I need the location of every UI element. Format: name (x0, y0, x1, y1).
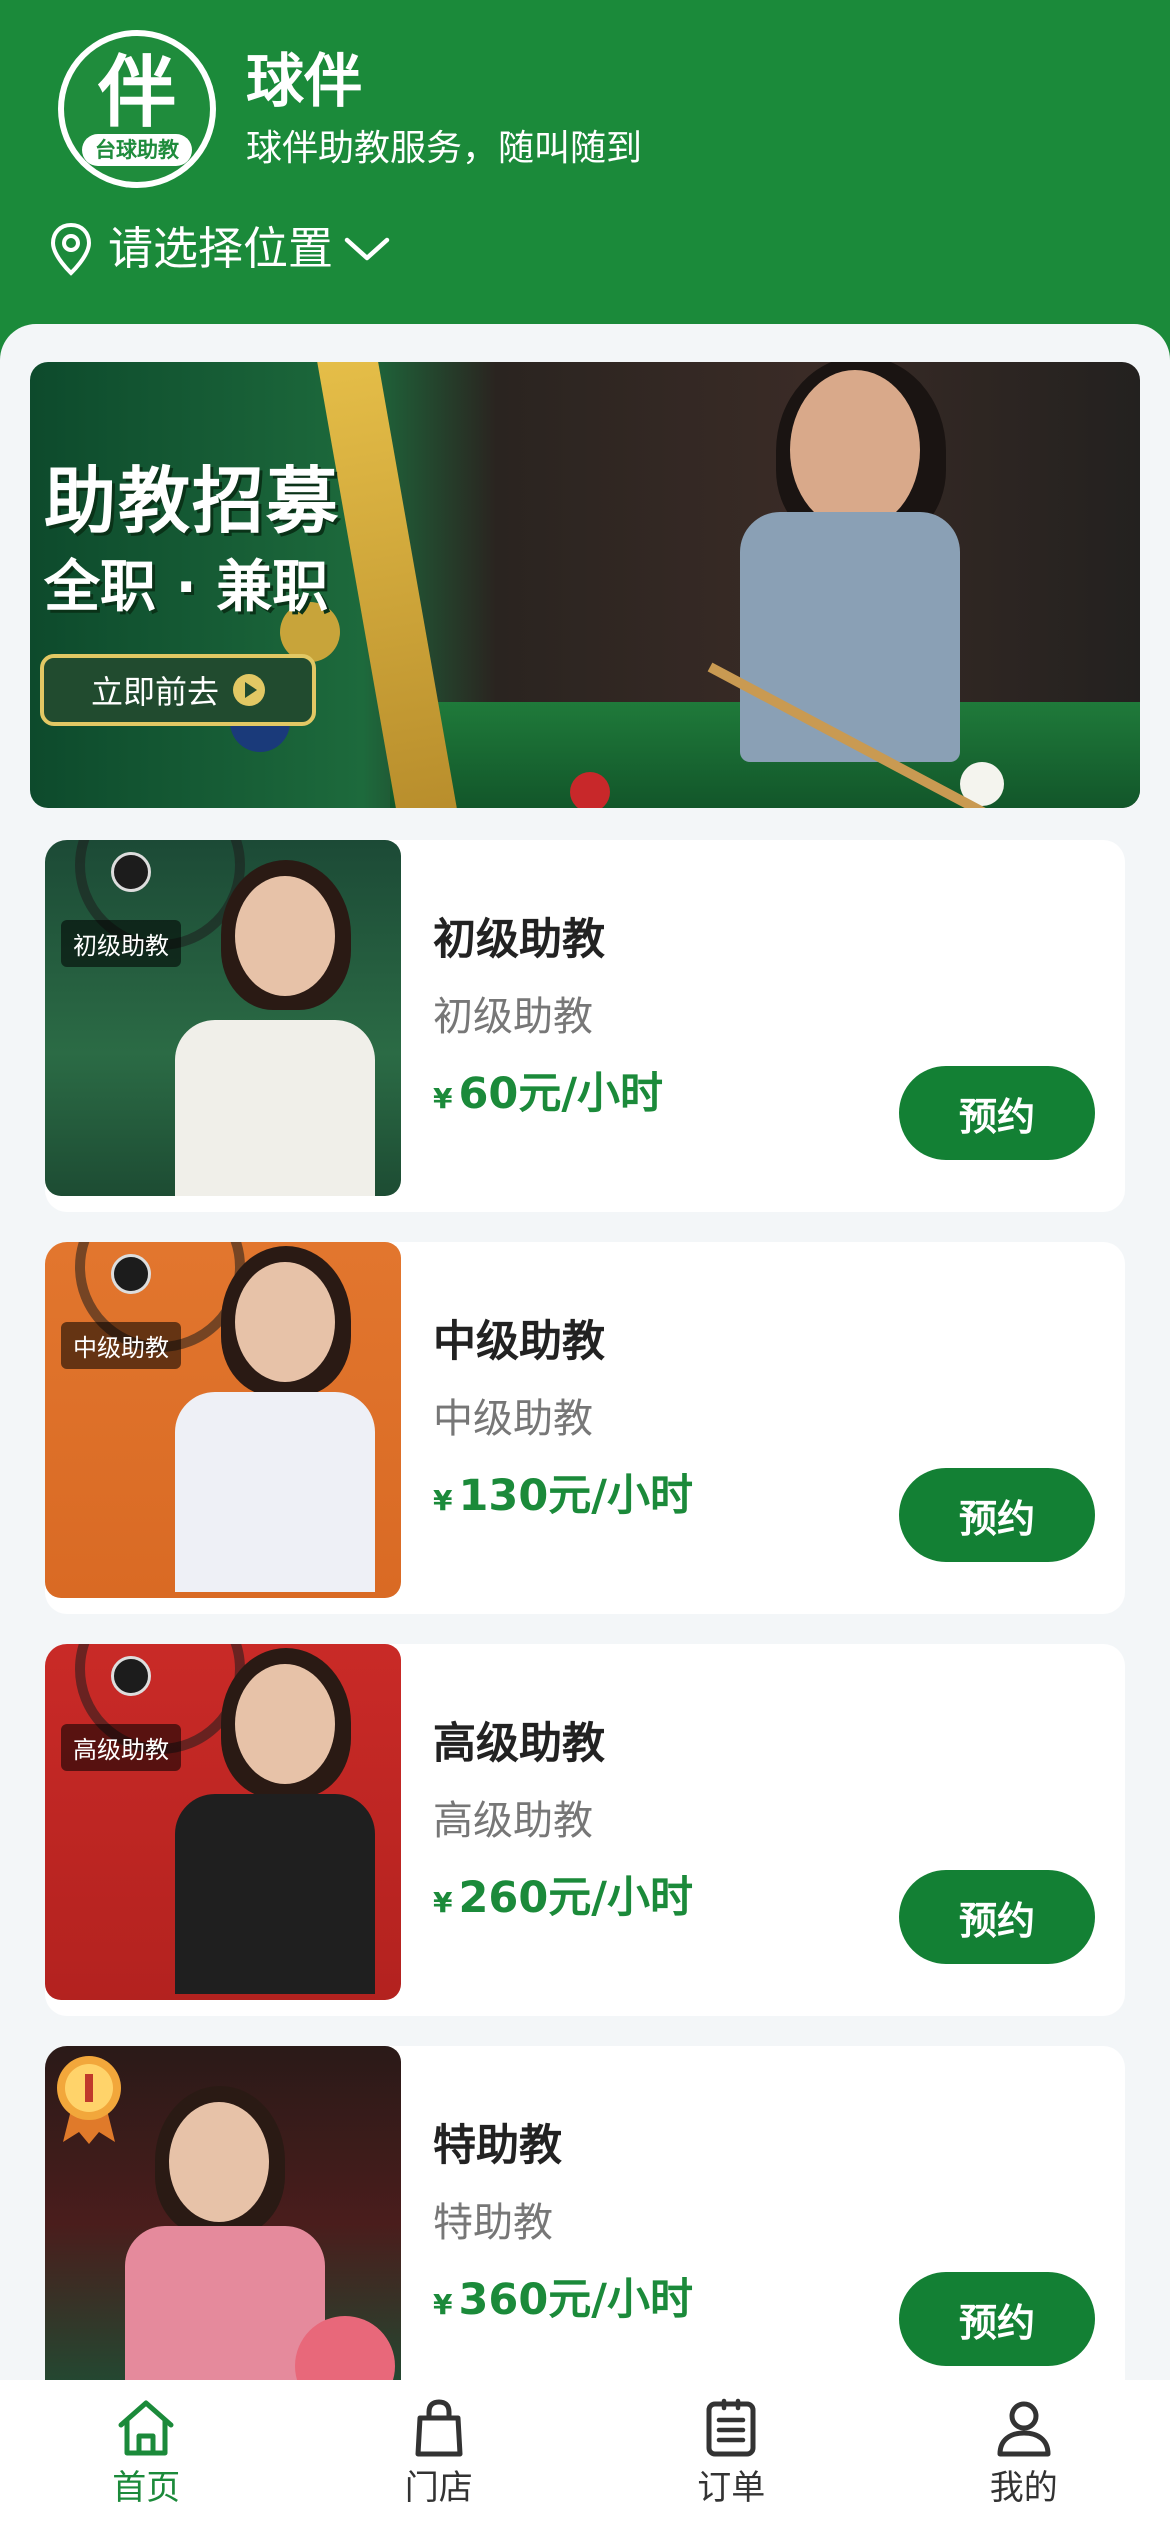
logo-character: 伴 (97, 47, 176, 138)
coach-card[interactable]: 中级助教 中级助教 中级助教 ¥ 130元/小时 预约 (45, 1242, 1125, 1614)
banner-title: 助教招募 (44, 459, 341, 543)
recruit-banner[interactable]: 助教招募 全职 · 兼职 立即前去 (30, 362, 1140, 808)
coach-title: 高级助教 (433, 1719, 605, 1769)
logo-subtext: 台球助教 (82, 134, 192, 166)
currency-symbol: ¥ (433, 1886, 453, 1919)
currency-symbol: ¥ (433, 1484, 453, 1517)
main-content: 助教招募 全职 · 兼职 立即前去 初级助教 初级助教 初级助教 ¥ 60元/小… (0, 324, 1170, 2532)
coach-subtitle: 高级助教 (433, 1798, 593, 1844)
banner-subtitle: 全职 · 兼职 (44, 555, 329, 620)
tab-label: 首页 (112, 2468, 181, 2508)
app-logo: 伴 台球助教 (58, 30, 216, 188)
location-selector[interactable]: 请选择位置 (48, 214, 391, 284)
currency-symbol: ¥ (433, 2288, 453, 2321)
app-header: 伴 台球助教 球伴 球伴助教服务，随叫随到 请选择位置 (0, 0, 1170, 360)
book-button[interactable]: 预约 (899, 1468, 1095, 1562)
thumbnail-tag: 初级助教 (61, 920, 181, 967)
shopping-bag-icon (415, 2399, 463, 2457)
play-icon (233, 674, 265, 706)
coach-thumbnail: 高级助教 (45, 1644, 401, 2000)
book-button[interactable]: 预约 (899, 1066, 1095, 1160)
app-title: 球伴 (246, 47, 363, 115)
home-icon (118, 2400, 174, 2456)
price-value: 130元/小时 (458, 1471, 693, 1521)
tab-stores[interactable]: 门店 (293, 2380, 586, 2532)
price-value: 360元/小时 (458, 2275, 693, 2325)
location-pin-icon (48, 222, 94, 276)
billiard-ball-graphic (570, 772, 610, 808)
app-slogan: 球伴助教服务，随叫随到 (246, 128, 643, 169)
order-list-icon (706, 2398, 756, 2457)
coach-price: ¥ 260元/小时 (433, 1870, 693, 1931)
thumbnail-tag: 中级助教 (61, 1322, 181, 1369)
coach-thumbnail: 中级助教 (45, 1242, 401, 1598)
coach-thumbnail: 初级助教 (45, 840, 401, 1196)
tab-orders[interactable]: 订单 (585, 2380, 878, 2532)
coach-card[interactable]: 特助教 特助教 ¥ 360元/小时 预约 (45, 2046, 1125, 2418)
coach-card[interactable]: 高级助教 高级助教 高级助教 ¥ 260元/小时 预约 (45, 1644, 1125, 2016)
coach-title: 特助教 (433, 2121, 562, 2171)
coach-thumbnail (45, 2046, 401, 2402)
coach-subtitle: 特助教 (433, 2200, 553, 2246)
coach-price: ¥ 360元/小时 (433, 2272, 693, 2333)
price-value: 260元/小时 (458, 1873, 693, 1923)
coach-card[interactable]: 初级助教 初级助教 初级助教 ¥ 60元/小时 预约 (45, 840, 1125, 1212)
tab-label: 我的 (989, 2468, 1058, 2508)
coach-title: 中级助教 (433, 1317, 605, 1367)
coach-price: ¥ 60元/小时 (433, 1066, 663, 1127)
banner-cta-button[interactable]: 立即前去 (40, 654, 316, 726)
tab-label: 订单 (697, 2468, 766, 2508)
coach-subtitle: 初级助教 (433, 994, 593, 1040)
tab-profile[interactable]: 我的 (878, 2380, 1170, 2532)
chevron-down-icon (343, 234, 391, 264)
book-button[interactable]: 预约 (899, 1870, 1095, 1964)
coach-price: ¥ 130元/小时 (433, 1468, 693, 1529)
tab-label: 门店 (404, 2468, 473, 2508)
thumbnail-tag: 高级助教 (61, 1724, 181, 1771)
rank-medal-icon (57, 2056, 121, 2144)
coach-subtitle: 中级助教 (433, 1396, 593, 1442)
price-value: 60元/小时 (458, 1069, 664, 1119)
user-icon (997, 2401, 1051, 2457)
location-label: 请选择位置 (108, 222, 334, 275)
banner-player-image (680, 362, 1048, 808)
currency-symbol: ¥ (433, 1082, 453, 1115)
coach-title: 初级助教 (433, 915, 605, 965)
bottom-tab-bar: 首页 门店 订单 我的 (0, 2380, 1170, 2532)
tab-home[interactable]: 首页 (0, 2380, 293, 2532)
book-button[interactable]: 预约 (899, 2272, 1095, 2366)
